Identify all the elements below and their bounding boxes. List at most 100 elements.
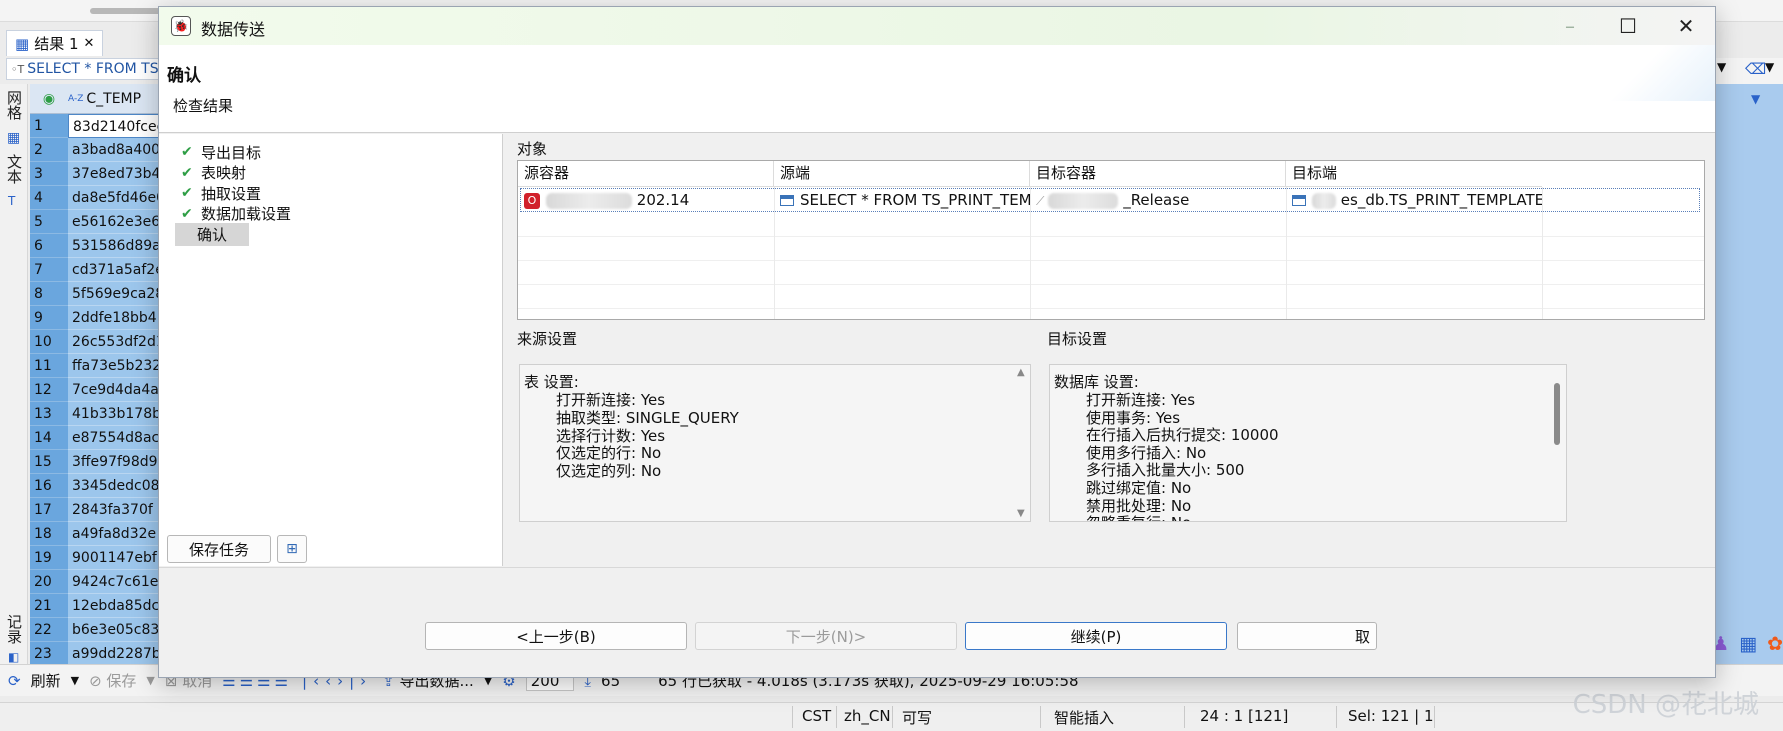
table-row[interactable]: 21 12ebda85dc	[30, 594, 160, 618]
grid-cell[interactable]: 12ebda85dc	[68, 594, 160, 618]
wizard-step-2[interactable]: ✔ 表映射	[181, 162, 246, 184]
table-row[interactable]: 16 3345dedc08	[30, 474, 160, 498]
grid-cell[interactable]: 2843fa370f	[68, 498, 160, 522]
wizard-step-1[interactable]: ✔ 导出目标	[181, 141, 261, 163]
grid-cell[interactable]: b6e3e05c83	[68, 618, 160, 642]
scroll-up-icon[interactable]: ▲	[1017, 367, 1025, 378]
column-header-target-container[interactable]: 目标容器	[1030, 161, 1286, 187]
refresh-icon[interactable]: ⟳	[8, 672, 21, 690]
minimize-icon[interactable]: –	[1541, 7, 1599, 45]
close-icon[interactable]: ✕	[1657, 7, 1715, 45]
grid-cell[interactable]: cd371a5af2e	[68, 258, 160, 282]
table-row[interactable]: 2 a3bad8a400	[30, 138, 160, 162]
grid-cell[interactable]: 531586d89a	[68, 234, 160, 258]
text-view-tab[interactable]: 文本	[4, 154, 25, 184]
dialog-titlebar[interactable]: 🐞 数据传送 – ☐ ✕	[159, 7, 1715, 45]
query-filter-bar[interactable]: ◦T SELECT * FROM TS_I	[6, 58, 176, 80]
table-row[interactable]: 20 9424c7c61eb	[30, 570, 160, 594]
grid-cell[interactable]: 37e8ed73b4	[68, 162, 160, 186]
grid-cell[interactable]: da8e5fd46e0	[68, 186, 160, 210]
table-row[interactable]: 12 7ce9d4da4a	[30, 378, 160, 402]
grid-cell[interactable]: 3ffe97f98d9	[68, 450, 160, 474]
task-config-button[interactable]: ⊞	[277, 535, 307, 563]
result-tab[interactable]: ▦ 结果 1 ✕	[6, 30, 104, 56]
table-row[interactable]: 14 e87554d8ac	[30, 426, 160, 450]
table-row[interactable]: 9 2ddfe18bb4	[30, 306, 160, 330]
dropdown-icon[interactable]: ▼	[1717, 60, 1726, 74]
table-row[interactable]: 7 cd371a5af2e	[30, 258, 160, 282]
grid-cell[interactable]: e87554d8ac	[68, 426, 160, 450]
table-row[interactable]: 10 26c553df2d1	[30, 330, 160, 354]
grid-cell[interactable]: 26c553df2d1	[68, 330, 160, 354]
table-row[interactable]: 3 37e8ed73b4	[30, 162, 160, 186]
column-header-source-container[interactable]: 源容器	[518, 161, 774, 187]
continue-button[interactable]: 继续(P)	[965, 622, 1227, 650]
grid-cell[interactable]: ffa73e5b232	[68, 354, 160, 378]
save-button[interactable]: ⊘ 保存	[89, 670, 136, 691]
close-icon[interactable]: ✕	[84, 36, 95, 51]
grid-cell[interactable]: a49fa8d32e	[68, 522, 160, 546]
table-row[interactable]: 19 9001147ebf	[30, 546, 160, 570]
eraser-icon[interactable]: ⌫	[1745, 60, 1766, 78]
save-task-button[interactable]: 保存任务	[167, 535, 271, 563]
grid-cell[interactable]: 7ce9d4da4a	[68, 378, 160, 402]
table-row[interactable]: 17 2843fa370f	[30, 498, 160, 522]
grid-cell[interactable]: 9001147ebf	[68, 546, 160, 570]
table-row[interactable]: 5 e56162e3e68	[30, 210, 160, 234]
maximize-icon[interactable]: ☐	[1599, 7, 1657, 45]
target-container-value: _Release	[1123, 191, 1190, 209]
table-row[interactable]: 15 3ffe97f98d9	[30, 450, 160, 474]
watermark: CSDN @花北城	[1572, 690, 1759, 720]
refresh-button[interactable]: 刷新	[31, 670, 61, 691]
target-settings-text[interactable]: 数据库 设置: 打开新连接: Yes 使用事务: Yes 在行插入后执行提交: 10…	[1049, 364, 1567, 522]
column-header-target[interactable]: 目标端	[1286, 161, 1542, 187]
checkmark-icon: ✔	[181, 144, 193, 160]
grid-cell[interactable]: 2ddfe18bb4	[68, 306, 160, 330]
result-tab-label: 结果 1	[34, 35, 79, 53]
column-header-source[interactable]: 源端	[774, 161, 1030, 187]
grid-cell[interactable]: 3345dedc08	[68, 474, 160, 498]
scroll-thumb[interactable]	[1554, 383, 1560, 445]
grid-cell[interactable]: 9424c7c61eb	[68, 570, 160, 594]
table-row[interactable]: 1 83d2140fcee	[30, 114, 160, 138]
grid-cell[interactable]: 83d2140fcee	[68, 114, 160, 138]
toolbox-icon[interactable]: ▦	[1739, 633, 1757, 655]
chevron-down-icon[interactable]: ▼	[1765, 60, 1774, 74]
grid-cell[interactable]: a99dd2287b	[68, 642, 160, 666]
wizard-step-3[interactable]: ✔ 抽取设置	[181, 182, 261, 204]
table-row[interactable]: 18 a49fa8d32e	[30, 522, 160, 546]
dropdown-icon[interactable]: ▼	[71, 674, 79, 687]
next-button[interactable]: 下一步(N)>	[695, 622, 957, 650]
vertical-scrollbar[interactable]: ▲ ▼	[1014, 365, 1030, 521]
row-selector-icon[interactable]: ◉	[30, 91, 68, 107]
table-row[interactable]: 6 531586d89a	[30, 234, 160, 258]
grid-cell[interactable]: e56162e3e68	[68, 210, 160, 234]
mascot-icon[interactable]: ✿	[1767, 633, 1783, 655]
source-settings-text[interactable]: 表 设置: 打开新连接: Yes 抽取类型: SINGLE_QUERY 选择行计数:…	[519, 364, 1031, 522]
grid-cell[interactable]: 5f569e9ca28	[68, 282, 160, 306]
table-row[interactable]: 22 b6e3e05c83	[30, 618, 160, 642]
column-menu-icon[interactable]: ▼	[1751, 92, 1760, 106]
record-view-tab[interactable]: 记录	[4, 614, 25, 644]
back-button[interactable]: <上一步(B)	[425, 622, 687, 650]
wizard-step-5[interactable]: 确认	[175, 222, 250, 246]
confirm-content: 对象 源容器 源端 目标容器 目标端 O 202.14 SELECT * FRO…	[505, 134, 1715, 566]
table-row[interactable]: 13 41b33b178b	[30, 402, 160, 426]
vertical-scrollbar[interactable]	[1550, 365, 1566, 521]
data-transfer-dialog: 🐞 数据传送 – ☐ ✕ 确认 检查结果 ✔ 导出目标 ✔ 表映射 ✔ 抽取设置 ✔ 数据加载…	[158, 6, 1716, 678]
grid-cell[interactable]: a3bad8a400	[68, 138, 160, 162]
column-header[interactable]: C_TEMP	[86, 91, 141, 107]
header-decoration	[1595, 45, 1715, 101]
table-row[interactable]: 11 ffa73e5b232	[30, 354, 160, 378]
table-row[interactable]: 4 da8e5fd46e0	[30, 186, 160, 210]
row-number: 2	[30, 138, 68, 162]
grid-cell[interactable]: 41b33b178b	[68, 402, 160, 426]
table-row[interactable]: 23 a99dd2287b	[30, 642, 160, 666]
table-row[interactable]: 8 5f569e9ca28	[30, 282, 160, 306]
cancel-button[interactable]: 取	[1237, 622, 1377, 650]
wizard-step-4[interactable]: ✔ 数据加载设置	[181, 203, 291, 225]
dropdown-icon[interactable]: ▼	[146, 674, 154, 687]
scroll-down-icon[interactable]: ▼	[1017, 508, 1025, 519]
grid-view-tab[interactable]: 网格	[4, 90, 25, 120]
page-subtitle: 检查结果	[173, 97, 234, 115]
